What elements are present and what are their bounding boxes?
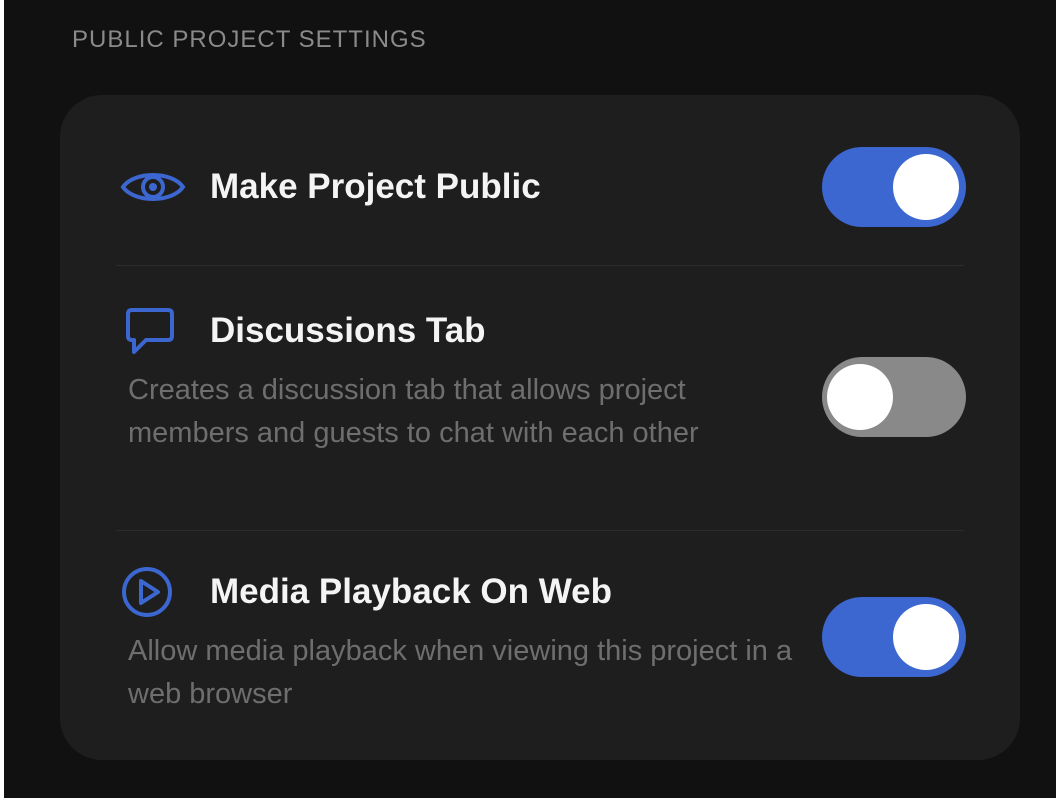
play-circle-icon bbox=[120, 567, 188, 617]
setting-description: Allow media playback when viewing this p… bbox=[128, 635, 793, 710]
setting-title: Discussions Tab bbox=[210, 311, 486, 350]
eye-icon bbox=[120, 165, 188, 209]
discussions-tab-toggle[interactable] bbox=[822, 357, 966, 437]
setting-title: Media Playback On Web bbox=[210, 572, 612, 611]
divider bbox=[116, 530, 964, 531]
settings-card: Make Project Public Discussions Tab Crea… bbox=[60, 95, 1020, 760]
section-title: PUBLIC PROJECT SETTINGS bbox=[72, 26, 427, 53]
setting-description: Creates a discussion tab that allows pro… bbox=[128, 374, 699, 449]
make-public-toggle[interactable] bbox=[822, 147, 966, 227]
toggle-knob bbox=[827, 364, 893, 430]
toggle-knob bbox=[893, 154, 959, 220]
toggle-knob bbox=[893, 604, 959, 670]
setting-title: Make Project Public bbox=[210, 167, 541, 206]
settings-screen: PUBLIC PROJECT SETTINGS Make Project Pub… bbox=[4, 0, 1056, 798]
chat-bubble-icon bbox=[120, 308, 188, 354]
divider bbox=[116, 265, 964, 266]
media-playback-toggle[interactable] bbox=[822, 597, 966, 677]
